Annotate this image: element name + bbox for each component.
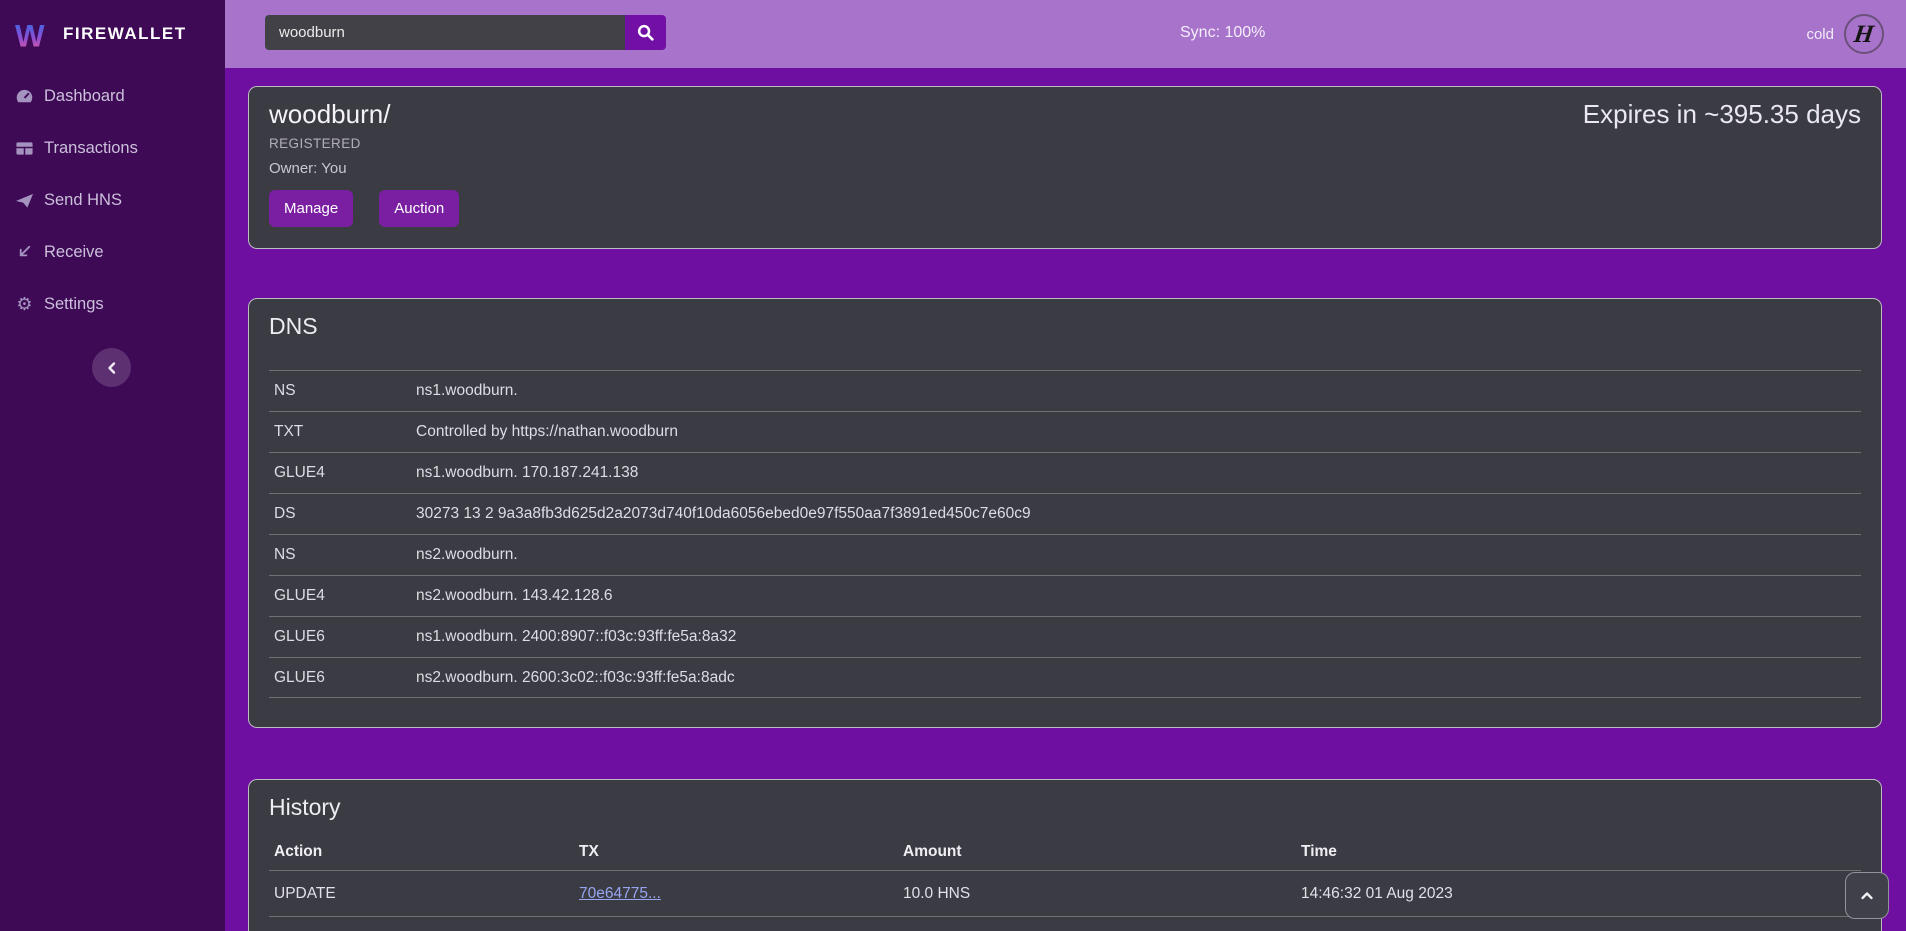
domain-expiry: Expires in ~395.35 days — [1583, 99, 1861, 130]
sidebar-item-label: Transactions — [44, 139, 138, 158]
sidebar-item-dashboard[interactable]: Dashboard — [0, 70, 225, 122]
dns-record-type: GLUE4 — [269, 464, 416, 482]
dns-record-value: Controlled by https://nathan.woodburn — [416, 423, 1861, 441]
dns-record-value: ns2.woodburn. — [416, 546, 1861, 564]
history-action: UPDATE — [269, 885, 579, 903]
settings-icon: ⚙ — [15, 295, 34, 314]
handshake-logo-icon: H — [1844, 14, 1884, 54]
dns-record-row: GLUE4 ns2.woodburn. 143.42.128.6 — [269, 575, 1861, 616]
chevron-left-icon — [105, 361, 119, 375]
wallet-name: cold — [1806, 26, 1834, 43]
tx-link[interactable]: 70e64775... — [579, 885, 661, 902]
firewallet-app: W FIREWALLET Dashboard — [0, 0, 1906, 931]
dns-record-type: GLUE6 — [269, 669, 416, 687]
dns-record-type: NS — [269, 546, 416, 564]
domain-owner: Owner: You — [269, 160, 1861, 177]
wallet-selector[interactable]: cold H — [1806, 14, 1884, 54]
dns-record-value: ns1.woodburn. 2400:8907::f03c:93ff:fe5a:… — [416, 628, 1861, 646]
dns-record-value: 30273 13 2 9a3a8fb3d625d2a2073d740f10da6… — [416, 505, 1861, 523]
auction-button[interactable]: Auction — [379, 190, 459, 227]
sidebar-item-label: Receive — [44, 243, 104, 262]
transactions-icon — [15, 139, 34, 158]
domain-card-header: woodburn/ Expires in ~395.35 days — [269, 99, 1861, 130]
sidebar-item-label: Send HNS — [44, 191, 122, 210]
dns-record-row: TXT Controlled by https://nathan.woodbur… — [269, 411, 1861, 452]
dns-record-type: GLUE4 — [269, 587, 416, 605]
receive-icon — [15, 243, 34, 262]
manage-button[interactable]: Manage — [269, 190, 353, 227]
domain-card: woodburn/ Expires in ~395.35 days REGIST… — [248, 86, 1882, 249]
dns-record-row: GLUE6 ns2.woodburn. 2600:3c02::f03c:93ff… — [269, 657, 1861, 698]
topbar: Sync: 100% cold H — [225, 0, 1906, 68]
dashboard-icon — [15, 87, 34, 106]
dns-table: NS ns1.woodburn. TXT Controlled by https… — [269, 370, 1861, 698]
column-header-tx: TX — [579, 843, 903, 861]
sidebar-item-label: Settings — [44, 295, 104, 314]
domain-name: woodburn/ — [269, 99, 390, 130]
sidebar-item-transactions[interactable]: Transactions — [0, 122, 225, 174]
dns-record-row: NS ns1.woodburn. — [269, 370, 1861, 411]
firewallet-logo-icon: W — [14, 15, 52, 53]
history-card: History Action TX Amount Time UPDATE 70e… — [248, 779, 1882, 931]
sidebar-item-send-hns[interactable]: Send HNS — [0, 174, 225, 226]
search-button[interactable] — [625, 15, 666, 50]
search-input[interactable] — [265, 15, 625, 50]
history-amount: 10.0 HNS — [903, 885, 1301, 903]
column-header-action: Action — [269, 843, 579, 861]
dns-record-row: DS 30273 13 2 9a3a8fb3d625d2a2073d740f10… — [269, 493, 1861, 534]
sidebar: W FIREWALLET Dashboard — [0, 0, 225, 931]
history-time: 14:46:32 01 Aug 2023 — [1301, 885, 1861, 903]
brand-name: FIREWALLET — [63, 24, 187, 44]
sidebar-item-settings[interactable]: ⚙ Settings — [0, 278, 225, 330]
dns-record-value: ns1.woodburn. — [416, 382, 1861, 400]
dns-record-type: TXT — [269, 423, 416, 441]
dns-record-row: NS ns2.woodburn. — [269, 534, 1861, 575]
dns-record-type: NS — [269, 382, 416, 400]
sidebar-collapse-button[interactable] — [92, 348, 131, 387]
sidebar-item-label: Dashboard — [44, 87, 125, 106]
svg-text:W: W — [15, 18, 45, 53]
brand-header: W FIREWALLET — [0, 0, 225, 68]
dns-record-row: GLUE4 ns1.woodburn. 170.187.241.138 — [269, 452, 1861, 493]
dns-record-type: GLUE6 — [269, 628, 416, 646]
sidebar-item-receive[interactable]: Receive — [0, 226, 225, 278]
dns-record-row: GLUE6 ns1.woodburn. 2400:8907::f03c:93ff… — [269, 616, 1861, 657]
dns-record-value: ns1.woodburn. 170.187.241.138 — [416, 464, 1861, 482]
dns-record-type: DS — [269, 505, 416, 523]
dns-card-title: DNS — [269, 313, 1861, 340]
domain-actions: Manage Auction — [269, 190, 1861, 227]
sidebar-nav: Dashboard Transactions S — [0, 68, 225, 330]
domain-status-badge: REGISTERED — [269, 136, 1861, 151]
dns-record-value: ns2.woodburn. 2600:3c02::f03c:93ff:fe5a:… — [416, 669, 1861, 687]
sync-status: Sync: 100% — [1180, 24, 1265, 42]
history-table-header: Action TX Amount Time — [269, 833, 1861, 871]
table-row: RENEW 8ba24c91... 10.0 HNS 15:15:36 07 J… — [269, 917, 1861, 931]
chevron-up-icon — [1859, 888, 1875, 904]
send-icon — [15, 191, 34, 210]
column-header-time: Time — [1301, 843, 1861, 861]
table-row: UPDATE 70e64775... 10.0 HNS 14:46:32 01 … — [269, 871, 1861, 917]
history-card-title: History — [269, 794, 1861, 821]
scroll-to-top-button[interactable] — [1845, 872, 1889, 919]
dns-card: DNS NS ns1.woodburn. TXT Controlled by h… — [248, 298, 1882, 728]
search-icon — [636, 23, 655, 42]
column-header-amount: Amount — [903, 843, 1301, 861]
dns-record-value: ns2.woodburn. 143.42.128.6 — [416, 587, 1861, 605]
search-group — [265, 15, 666, 50]
